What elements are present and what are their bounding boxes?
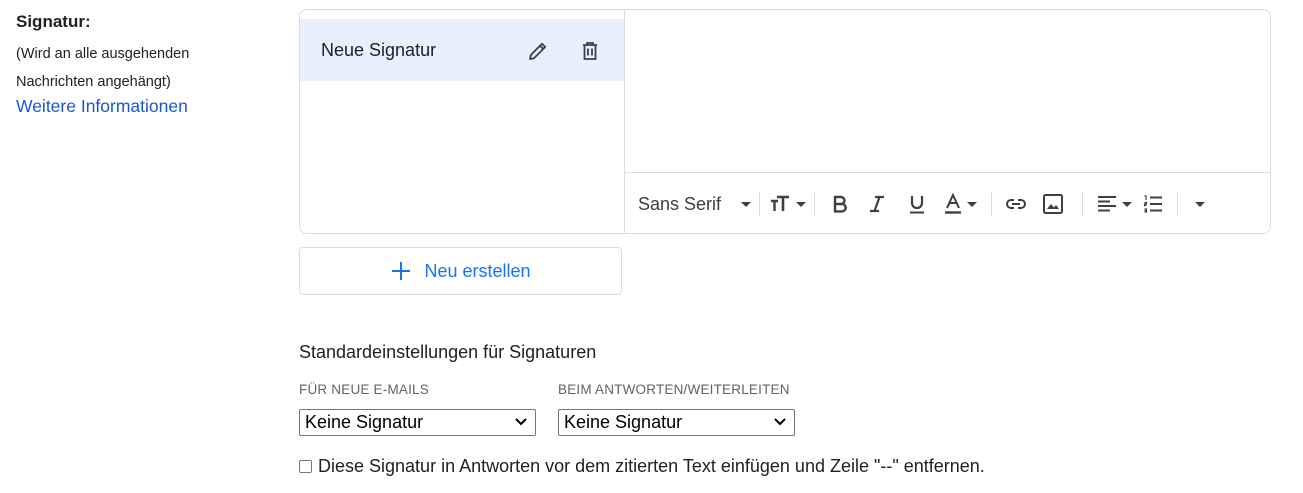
font-family-select[interactable]: Sans Serif [638, 193, 752, 215]
font-size-button[interactable] [768, 189, 807, 219]
link-icon [1006, 199, 1027, 209]
toolbar-divider [814, 192, 816, 216]
new-mail-signature-value: Keine Signatur [305, 412, 424, 432]
defaults-title: Standardeinstellungen für Signaturen [299, 342, 597, 362]
signature-label-column: Signatur: (Wird an alle ausgehenden Nach… [16, 12, 276, 117]
italic-button[interactable] [857, 189, 897, 219]
toolbar-divider [1082, 192, 1084, 216]
signature-editor: Sans Serif [625, 10, 1270, 233]
bold-button[interactable] [823, 189, 857, 219]
font-size-icon [771, 195, 790, 211]
chevron-down-icon [774, 418, 786, 426]
chevron-down-icon [515, 418, 527, 426]
bold-icon [833, 195, 847, 213]
text-color-button[interactable] [937, 189, 983, 219]
underline-icon [910, 196, 925, 214]
align-button[interactable] [1091, 189, 1137, 219]
toolbar-divider [1177, 192, 1179, 216]
signature-name: Neue Signatur [321, 39, 437, 60]
more-info-link[interactable]: Weitere Informationen [16, 96, 276, 117]
underline-button[interactable] [897, 189, 937, 219]
insert-before-quote-checkbox[interactable] [299, 460, 312, 473]
more-icon [1195, 201, 1206, 207]
plus-icon [392, 262, 411, 280]
chevron-down-icon [1122, 201, 1133, 207]
reply-signature-select[interactable]: Keine Signatur [558, 409, 795, 436]
edit-pencil-icon[interactable] [526, 39, 550, 63]
chevron-down-icon [741, 201, 752, 207]
align-icon [1098, 196, 1117, 212]
image-icon [1043, 194, 1064, 214]
link-button[interactable] [1000, 189, 1032, 219]
signature-panel: Neue Signatur Sans Serif [299, 9, 1271, 234]
signature-title: Signatur: [16, 12, 91, 31]
signature-hint-line2: Nachrichten angehängt) [16, 74, 171, 90]
text-color-icon [945, 193, 962, 214]
signature-hint-line1: (Wird an alle ausgehenden [16, 46, 190, 62]
new-mail-signature-select[interactable]: Keine Signatur [299, 409, 536, 436]
reply-label: BEIM ANTWORTEN/WEITERLEITEN [558, 382, 790, 397]
new-mail-label: FÜR NEUE E-MAILS [299, 382, 429, 397]
editor-toolbar: Sans Serif [625, 173, 1270, 233]
delete-trash-icon[interactable] [578, 39, 602, 63]
italic-icon [870, 195, 885, 213]
chevron-down-icon [967, 201, 978, 207]
insert-image-button[interactable] [1032, 189, 1074, 219]
insert-before-quote-option: Diese Signatur in Antworten vor dem ziti… [299, 456, 985, 477]
new-signature-label: Neu erstellen [424, 260, 531, 281]
font-family-value: Sans Serif [638, 193, 722, 214]
signature-editor-area[interactable] [625, 10, 1270, 173]
chevron-down-icon [796, 201, 807, 207]
more-formatting-button[interactable] [1186, 189, 1214, 219]
insert-before-quote-label: Diese Signatur in Antworten vor dem ziti… [318, 456, 985, 476]
toolbar-divider [759, 192, 761, 216]
numbered-list-icon [1143, 195, 1163, 213]
signature-list: Neue Signatur [300, 10, 625, 233]
reply-signature-value: Keine Signatur [564, 412, 683, 432]
toolbar-divider [991, 192, 993, 216]
numbered-list-button[interactable] [1137, 189, 1169, 219]
signature-list-item[interactable]: Neue Signatur [300, 19, 624, 81]
new-signature-button[interactable]: Neu erstellen [299, 247, 622, 295]
